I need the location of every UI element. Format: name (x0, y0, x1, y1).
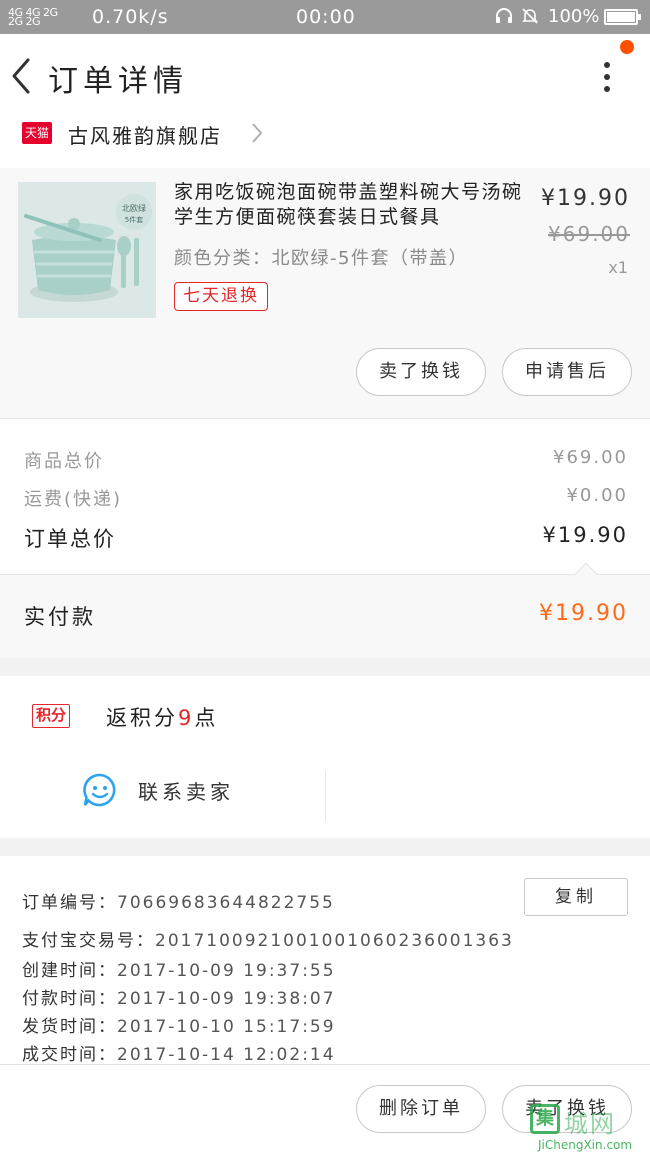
shipped-time: 2017-10-10 15:17:59 (117, 1017, 336, 1037)
goods-total-label: 商品总价 (24, 451, 104, 472)
status-bar: 4G 4G 2G 2G 2G 0.70k/s 00:00 100% (0, 0, 650, 34)
bottom-action-bar: 删除订单 卖了换钱 (0, 1064, 650, 1155)
thumb-label-color: 北欧绿 (122, 203, 146, 213)
goods-total-value: ¥69.00 (553, 447, 628, 468)
completed-time: 2017-10-14 12:02:14 (117, 1045, 336, 1065)
resell-button[interactable]: 卖了换钱 (356, 348, 486, 396)
paid-time-row: 付款时间：2017-10-09 19:38:07 (22, 989, 336, 1009)
bowl-image: 北欧绿 5件套 (18, 182, 156, 318)
page-title: 订单详情 (48, 64, 188, 99)
battery-icon (604, 9, 641, 25)
tmall-badge: 天猫 (22, 122, 52, 144)
product-thumbnail[interactable]: 北欧绿 5件套 (18, 182, 156, 318)
actual-payment: 实付款 ¥19.90 (0, 562, 650, 658)
completed-time-row: 成交时间：2017-10-14 12:02:14 (22, 1045, 336, 1065)
chevron-right-icon (252, 123, 263, 143)
created-time-row: 创建时间：2017-10-09 19:37:55 (22, 961, 336, 981)
points-badge: 积分 (32, 704, 71, 728)
product-price: ¥19.90 (541, 186, 630, 211)
shipping-value: ¥0.00 (566, 485, 628, 506)
battery-percent: 100% (548, 6, 600, 27)
actual-payment-value: ¥19.90 (539, 601, 628, 626)
notification-dot (620, 40, 634, 54)
resell-bottom-button[interactable]: 卖了换钱 (502, 1085, 632, 1133)
price-summary: 商品总价 ¥69.00 运费(快递) ¥0.00 订单总价 ¥19.90 (0, 418, 650, 574)
contact-seller-button[interactable]: 联系卖家 (0, 768, 326, 820)
chevron-left-icon (12, 58, 30, 94)
signal-indicator: 4G 4G 2G 2G 2G (8, 6, 58, 28)
paid-time: 2017-10-09 19:38:07 (117, 989, 336, 1009)
headset-icon (494, 8, 520, 31)
delete-order-button[interactable]: 删除订单 (356, 1085, 486, 1133)
after-sale-button[interactable]: 申请售后 (502, 348, 632, 396)
return-policy-tag: 七天退换 (174, 282, 268, 311)
original-price: ¥69.00 (548, 222, 630, 246)
thumb-label-set: 5件套 (125, 215, 143, 224)
alipay-number: 2017100921001001060236001363 (155, 931, 514, 951)
product-card: 北欧绿 5件套 家用吃饭碗泡面碗带盖塑料碗大号汤碗学生方便面碗筷套装日式餐具 颜… (0, 168, 650, 418)
alipay-row: 支付宝交易号：2017100921001001060236001363 (22, 931, 514, 951)
product-quantity: x1 (608, 258, 628, 277)
shipped-time-row: 发货时间：2017-10-10 15:17:59 (22, 1017, 336, 1037)
more-vertical-icon (596, 62, 618, 92)
shipping-label: 运费(快递) (24, 489, 123, 510)
more-menu-button[interactable] (596, 58, 618, 98)
order-total-label: 订单总价 (24, 527, 116, 551)
clock: 00:00 (296, 6, 356, 28)
order-total-value: ¥19.90 (542, 523, 628, 547)
order-info: 订单编号：70669683644822755 复制 支付宝交易号：2017100… (0, 856, 650, 1066)
network-speed: 0.70k/s (92, 6, 169, 28)
bell-off-icon (520, 8, 540, 31)
product-spec: 颜色分类：北欧绿-5件套（带盖） (174, 248, 468, 269)
chat-smile-icon (83, 773, 116, 807)
copy-button[interactable]: 复制 (524, 878, 628, 916)
shop-name: 古风雅韵旗舰店 (68, 124, 222, 148)
order-number-row: 订单编号：70669683644822755 (22, 893, 335, 913)
actual-payment-label: 实付款 (24, 605, 96, 629)
points-section: 积分 返积分9点 联系卖家 (0, 676, 650, 838)
product-name[interactable]: 家用吃饭碗泡面碗带盖塑料碗大号汤碗学生方便面碗筷套装日式餐具 (174, 180, 534, 230)
points-count: 9 (178, 706, 195, 730)
divider (325, 770, 326, 822)
back-button[interactable] (8, 56, 38, 96)
contact-seller-label: 联系卖家 (138, 780, 234, 804)
status-icons (494, 6, 540, 31)
order-number: 70669683644822755 (117, 893, 335, 913)
shop-row[interactable]: 天猫 古风雅韵旗舰店 (0, 120, 650, 168)
created-time: 2017-10-09 19:37:55 (117, 961, 336, 981)
app-header: 订单详情 (0, 34, 650, 120)
points-text: 返积分9点 (106, 706, 219, 730)
